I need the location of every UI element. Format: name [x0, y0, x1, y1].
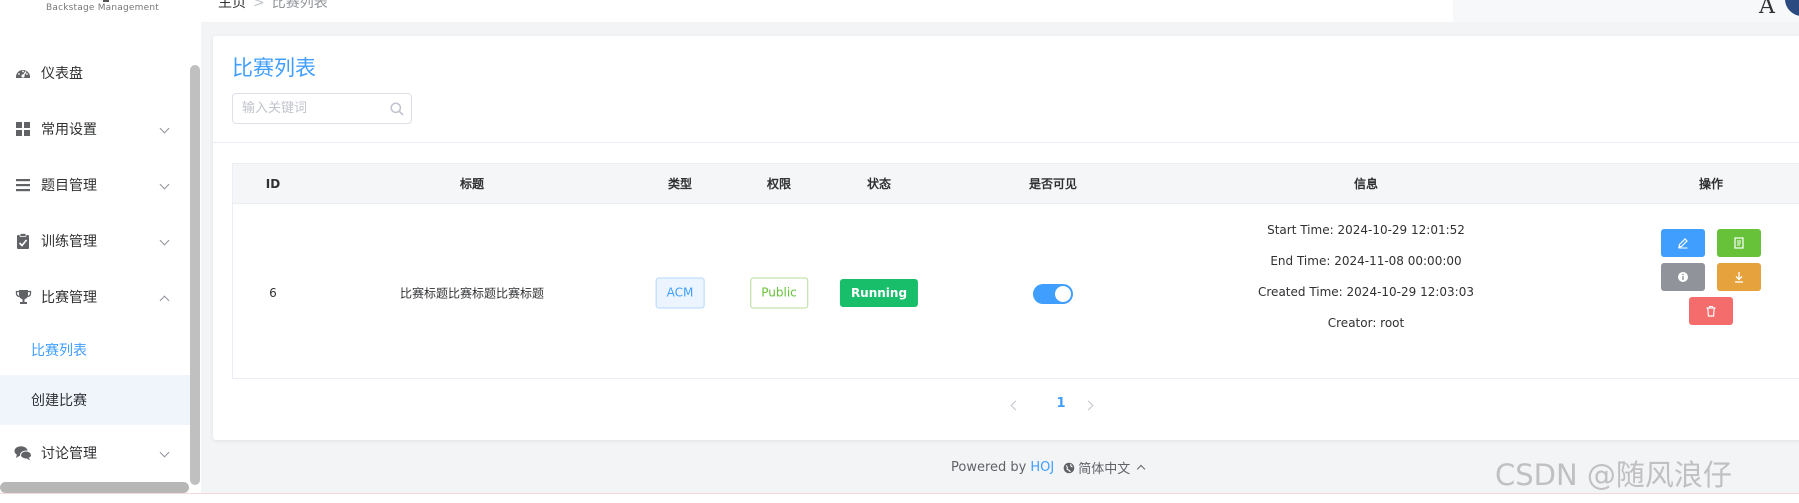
- breadcrumb: 主页 > 比赛列表: [218, 0, 328, 12]
- trophy-icon: [14, 288, 32, 306]
- globe-icon: [1063, 462, 1075, 473]
- clipboard-icon: [14, 232, 32, 250]
- language-label: 简体中文: [1078, 462, 1131, 477]
- sidebar-item-discussions[interactable]: 讨论管理: [0, 425, 190, 481]
- dashboard-icon: [14, 64, 32, 82]
- problems-button[interactable]: [1717, 229, 1761, 257]
- sidebar-item-label: 比赛管理: [41, 290, 97, 306]
- chevron-up-icon: [159, 295, 170, 306]
- sidebar-item-problems[interactable]: 题目管理: [0, 157, 190, 213]
- edit-icon: [1678, 238, 1688, 249]
- column-header-info: 信息: [1353, 177, 1379, 191]
- chevron-down-icon: [159, 123, 170, 134]
- header-user-area: [1453, 0, 1799, 22]
- status-badge: Running: [839, 279, 919, 307]
- info-start-time: Start Time: 2024-10-29 12:01:52: [1267, 223, 1465, 237]
- sidebar: Backstage Management 仪表盘 常用设置 题目管理 训练管理 …: [0, 0, 201, 503]
- bottom-strip: [0, 493, 1799, 503]
- column-header-title: 标题: [459, 177, 485, 191]
- sidebar-item-contests[interactable]: 比赛管理: [0, 269, 190, 325]
- sidebar-subitem-contest-list[interactable]: 比赛列表: [0, 325, 190, 375]
- page-title: 比赛列表: [232, 56, 316, 80]
- sidebar-item-training[interactable]: 训练管理: [0, 213, 190, 269]
- column-header-actions: 操作: [1698, 177, 1724, 191]
- sidebar-item-dashboard[interactable]: 仪表盘: [0, 45, 190, 101]
- grid-icon: [14, 120, 32, 138]
- column-header-auth: 权限: [766, 177, 792, 191]
- sidebar-subitem-label: 创建比赛: [31, 393, 87, 409]
- download-button[interactable]: [1717, 263, 1761, 291]
- chevron-down-icon: [159, 179, 170, 190]
- column-header-id: ID: [265, 177, 281, 191]
- column-header-status: 状态: [866, 177, 892, 191]
- document-icon: [1734, 237, 1744, 249]
- pagination: 1: [213, 396, 1799, 416]
- page-number-current[interactable]: 1: [1051, 396, 1071, 411]
- edit-button[interactable]: [1661, 229, 1705, 257]
- chevron-left-icon[interactable]: [1010, 400, 1021, 411]
- auth-badge: Public: [750, 277, 808, 309]
- top-header: 主页 > 比赛列表 A: [201, 0, 1799, 22]
- sidebar-item-label: 题目管理: [41, 178, 97, 194]
- announcement-button[interactable]: [1661, 263, 1705, 291]
- sidebar-item-label: 讨论管理: [41, 446, 97, 462]
- chevron-up-icon: [1136, 464, 1146, 474]
- contest-status-tag: Running: [839, 279, 919, 307]
- sidebar-item-label: 仪表盘: [41, 66, 83, 82]
- info-icon: [1678, 272, 1688, 282]
- sidebar-menu: 仪表盘 常用设置 题目管理 训练管理 比赛管理 比赛列表 创建比赛 讨论管理: [0, 45, 190, 481]
- sidebar-item-label: 训练管理: [41, 234, 97, 250]
- breadcrumb-home[interactable]: 主页: [218, 0, 246, 11]
- sidebar-vertical-scrollbar[interactable]: [190, 65, 200, 485]
- chat-icon: [14, 444, 32, 462]
- contest-id: 6: [269, 286, 277, 300]
- info-end-time: End Time: 2024-11-08 00:00:00: [1270, 254, 1462, 268]
- chevron-down-icon: [159, 235, 170, 246]
- column-header-type: 类型: [667, 177, 693, 191]
- download-icon: [1735, 272, 1743, 283]
- contest-table: ID 标题 类型 权限 状态 是否可见 信息 操作 6 比赛标题比赛标题比赛标题…: [232, 163, 1799, 379]
- breadcrumb-current: 比赛列表: [271, 0, 328, 11]
- visibility-cell: [1033, 284, 1073, 304]
- sidebar-item-label: 常用设置: [41, 122, 97, 138]
- logo-mark: [103, 0, 109, 2]
- table-header: ID 标题 类型 权限 状态 是否可见 信息 操作: [233, 164, 1799, 204]
- sidebar-subitem-label: 比赛列表: [31, 343, 87, 359]
- font-size-toggle[interactable]: A: [1759, 0, 1775, 19]
- search-icon[interactable]: [389, 101, 405, 117]
- contest-list-card: 比赛列表 ID 标题 类型 权限 状态 是否可见 信息 操作 6 比赛标题比赛标…: [213, 36, 1799, 440]
- search-input[interactable]: [233, 94, 373, 123]
- footer: Powered by HOJ 简体中文: [951, 458, 1146, 477]
- search-box: [232, 93, 412, 124]
- footer-powered-by: Powered by: [951, 460, 1027, 475]
- type-badge: ACM: [655, 277, 705, 309]
- sidebar-subitem-create-contest[interactable]: 创建比赛: [0, 375, 190, 425]
- chevron-right-icon[interactable]: [1083, 400, 1094, 411]
- contest-type-tag: ACM: [655, 277, 705, 309]
- info-created-time: Created Time: 2024-10-29 12:03:03: [1258, 285, 1474, 299]
- breadcrumb-separator: >: [253, 0, 265, 11]
- contest-auth-tag: Public: [750, 277, 808, 309]
- card-divider: [213, 142, 1799, 143]
- language-selector[interactable]: 简体中文: [1063, 458, 1146, 477]
- chevron-down-icon: [159, 447, 170, 458]
- delete-button[interactable]: [1689, 297, 1733, 325]
- logo-subtitle: Backstage Management: [46, 3, 159, 13]
- delete-icon: [1706, 305, 1716, 317]
- watermark: CSDN @随风浪仔: [1495, 458, 1732, 492]
- toggle-knob: [1055, 286, 1071, 302]
- sidebar-horizontal-scrollbar[interactable]: [0, 482, 189, 493]
- column-header-visible: 是否可见: [1028, 177, 1078, 191]
- info-creator: Creator: root: [1327, 316, 1405, 330]
- contest-title: 比赛标题比赛标题比赛标题: [399, 286, 545, 301]
- visibility-toggle[interactable]: [1033, 284, 1073, 304]
- sidebar-item-settings[interactable]: 常用设置: [0, 101, 190, 157]
- list-icon: [14, 176, 32, 194]
- footer-brand-link[interactable]: HOJ: [1030, 460, 1054, 475]
